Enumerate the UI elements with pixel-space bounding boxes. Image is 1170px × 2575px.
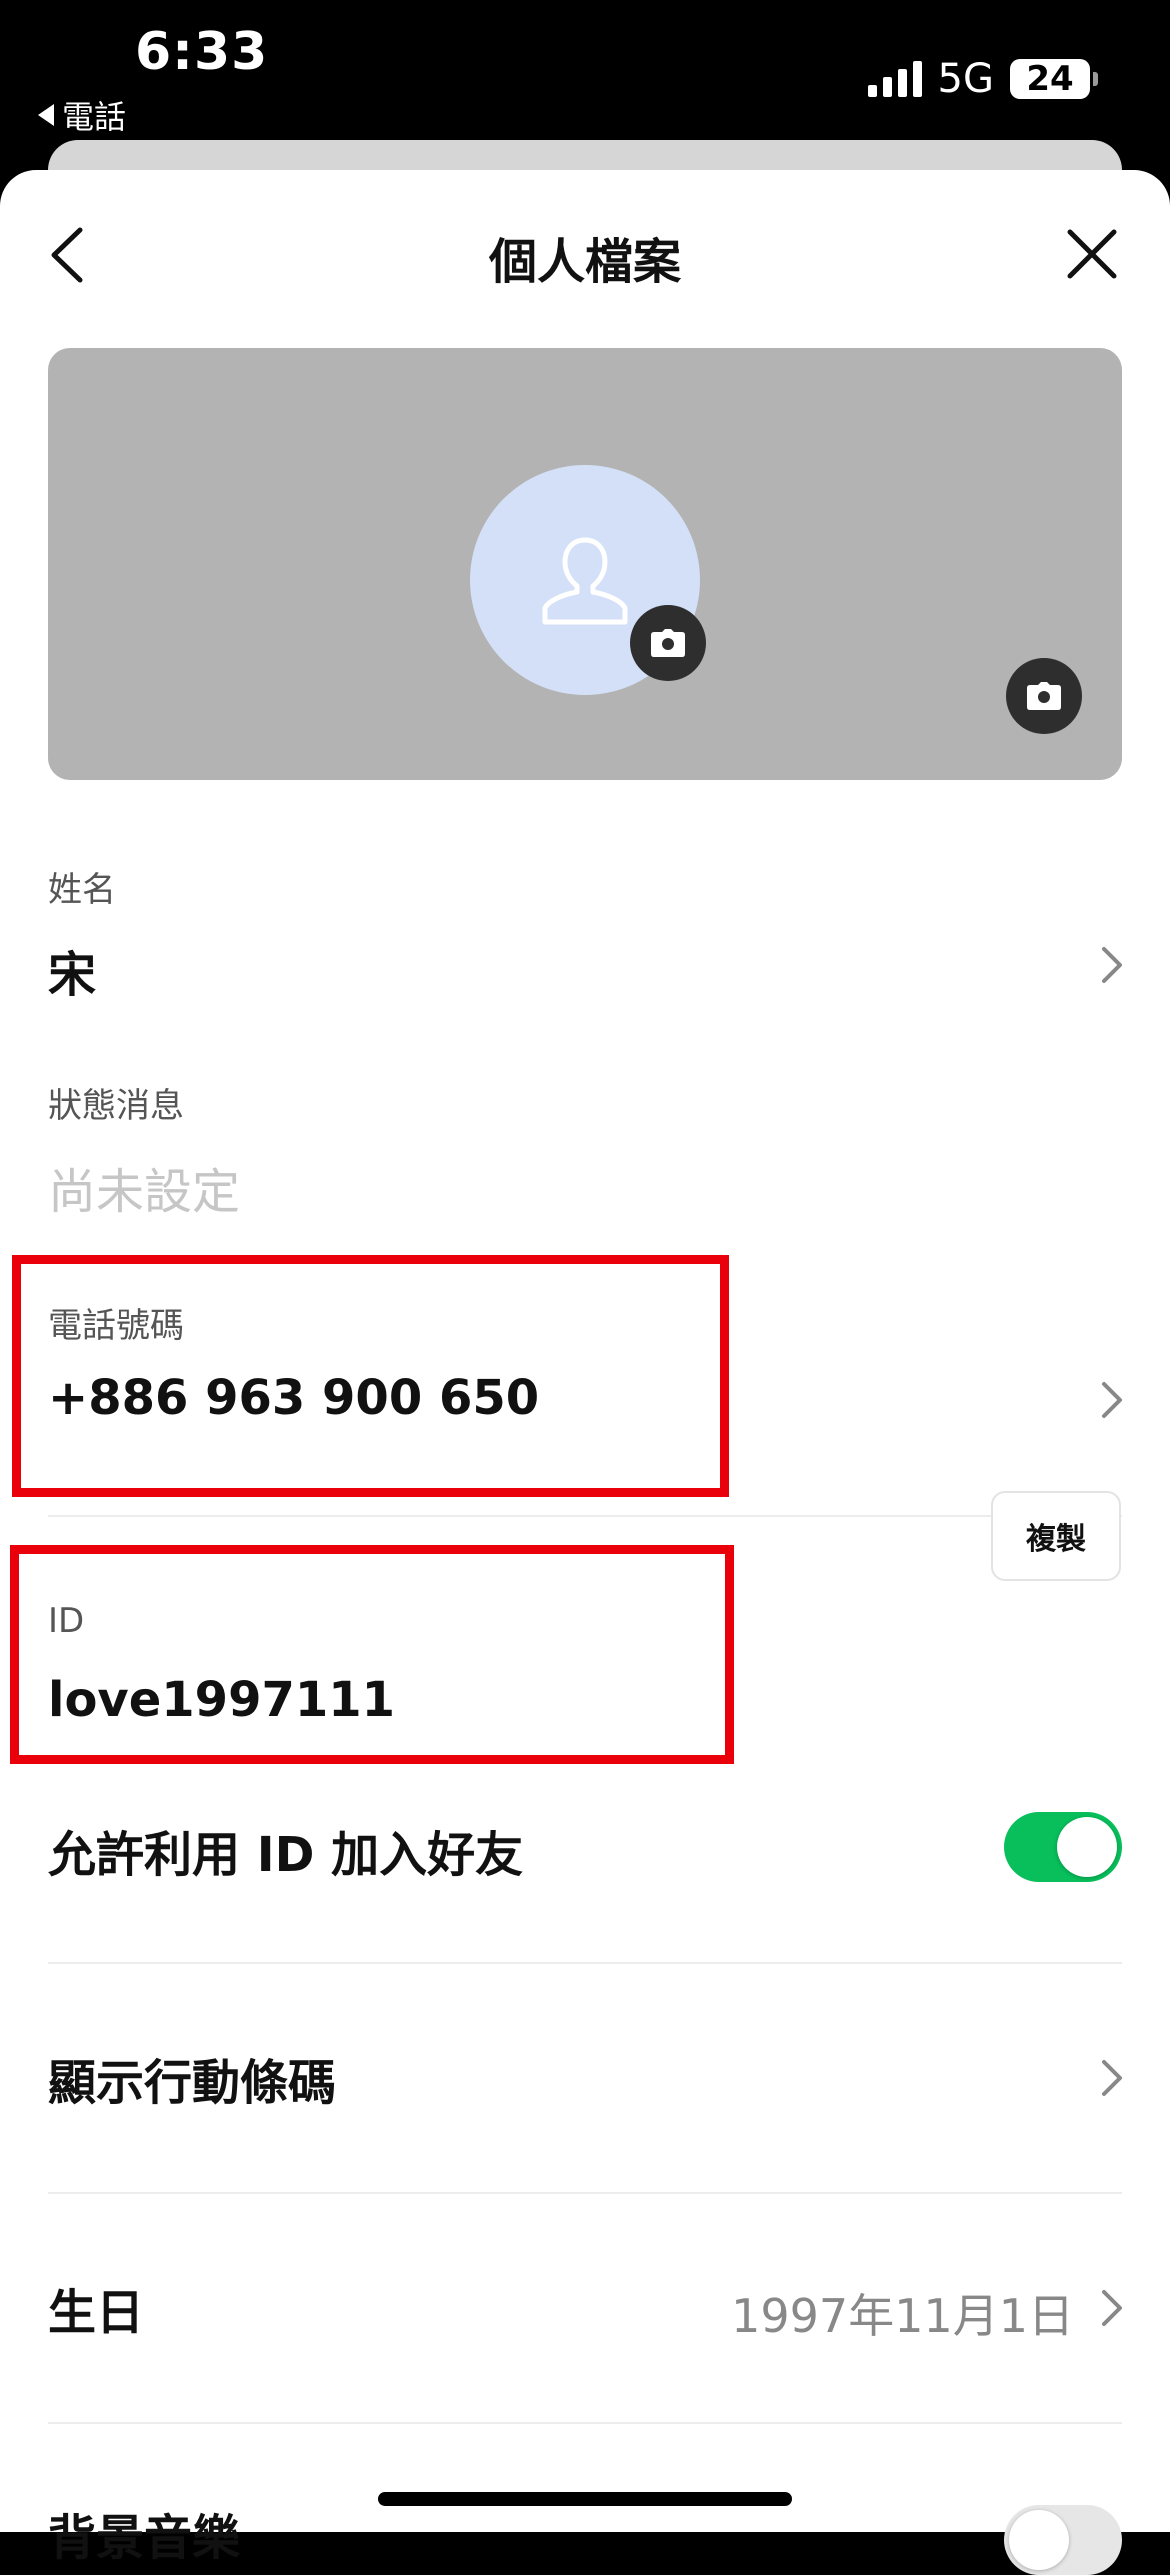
- nav-bar: 個人檔案: [0, 170, 1170, 340]
- chevron-right-icon[interactable]: [1100, 945, 1124, 985]
- signal-icon: [867, 61, 922, 97]
- name-label: 姓名: [48, 870, 116, 910]
- id-highlight-box: [10, 1545, 734, 1764]
- birthday-label: 生日: [48, 2285, 145, 2341]
- camera-icon: [651, 629, 685, 657]
- copy-id-button[interactable]: 複製: [991, 1491, 1121, 1581]
- phone-highlight-box: [12, 1255, 729, 1497]
- battery-level: 24: [1026, 59, 1074, 99]
- status-time: 6:33: [135, 22, 269, 82]
- divider: [48, 1962, 1122, 1964]
- divider: [48, 2422, 1122, 2424]
- bgm-toggle[interactable]: [1004, 2505, 1122, 2575]
- bgm-label: 背景音樂: [48, 2510, 241, 2566]
- back-to-app-link[interactable]: 電話: [38, 92, 126, 138]
- divider: [48, 1515, 1122, 1517]
- allow-id-toggle[interactable]: [1004, 1812, 1122, 1882]
- back-triangle-icon: [38, 104, 54, 126]
- avatar-camera-button[interactable]: [630, 605, 706, 681]
- camera-icon: [1027, 682, 1061, 710]
- chevron-right-icon[interactable]: [1100, 1380, 1124, 1420]
- allow-id-label: 允許利用 ID 加入好友: [48, 1827, 524, 1883]
- back-app-label: 電話: [62, 98, 127, 136]
- name-value[interactable]: 宋: [48, 935, 96, 1005]
- cover-image[interactable]: [48, 348, 1122, 780]
- page-title: 個人檔案: [488, 234, 681, 290]
- cover-camera-button[interactable]: [1006, 658, 1082, 734]
- status-message-value[interactable]: 尚未設定: [48, 1152, 240, 1222]
- battery-icon: 24: [1010, 59, 1098, 99]
- divider: [48, 2192, 1122, 2194]
- qr-code-label[interactable]: 顯示行動條碼: [48, 2043, 336, 2113]
- home-indicator: [378, 2492, 792, 2506]
- toggle-knob: [1009, 2510, 1069, 2570]
- status-message-label: 狀態消息: [48, 1086, 184, 1126]
- network-type: 5G: [937, 56, 994, 102]
- chevron-right-icon[interactable]: [1100, 2058, 1124, 2098]
- toggle-knob: [1057, 1817, 1117, 1877]
- person-icon: [542, 537, 628, 625]
- close-icon[interactable]: [1064, 226, 1120, 282]
- birthday-value[interactable]: 1997年11月1日: [731, 2280, 1074, 2346]
- chevron-right-icon[interactable]: [1100, 2288, 1124, 2328]
- status-indicators: 5G 24: [867, 56, 1098, 102]
